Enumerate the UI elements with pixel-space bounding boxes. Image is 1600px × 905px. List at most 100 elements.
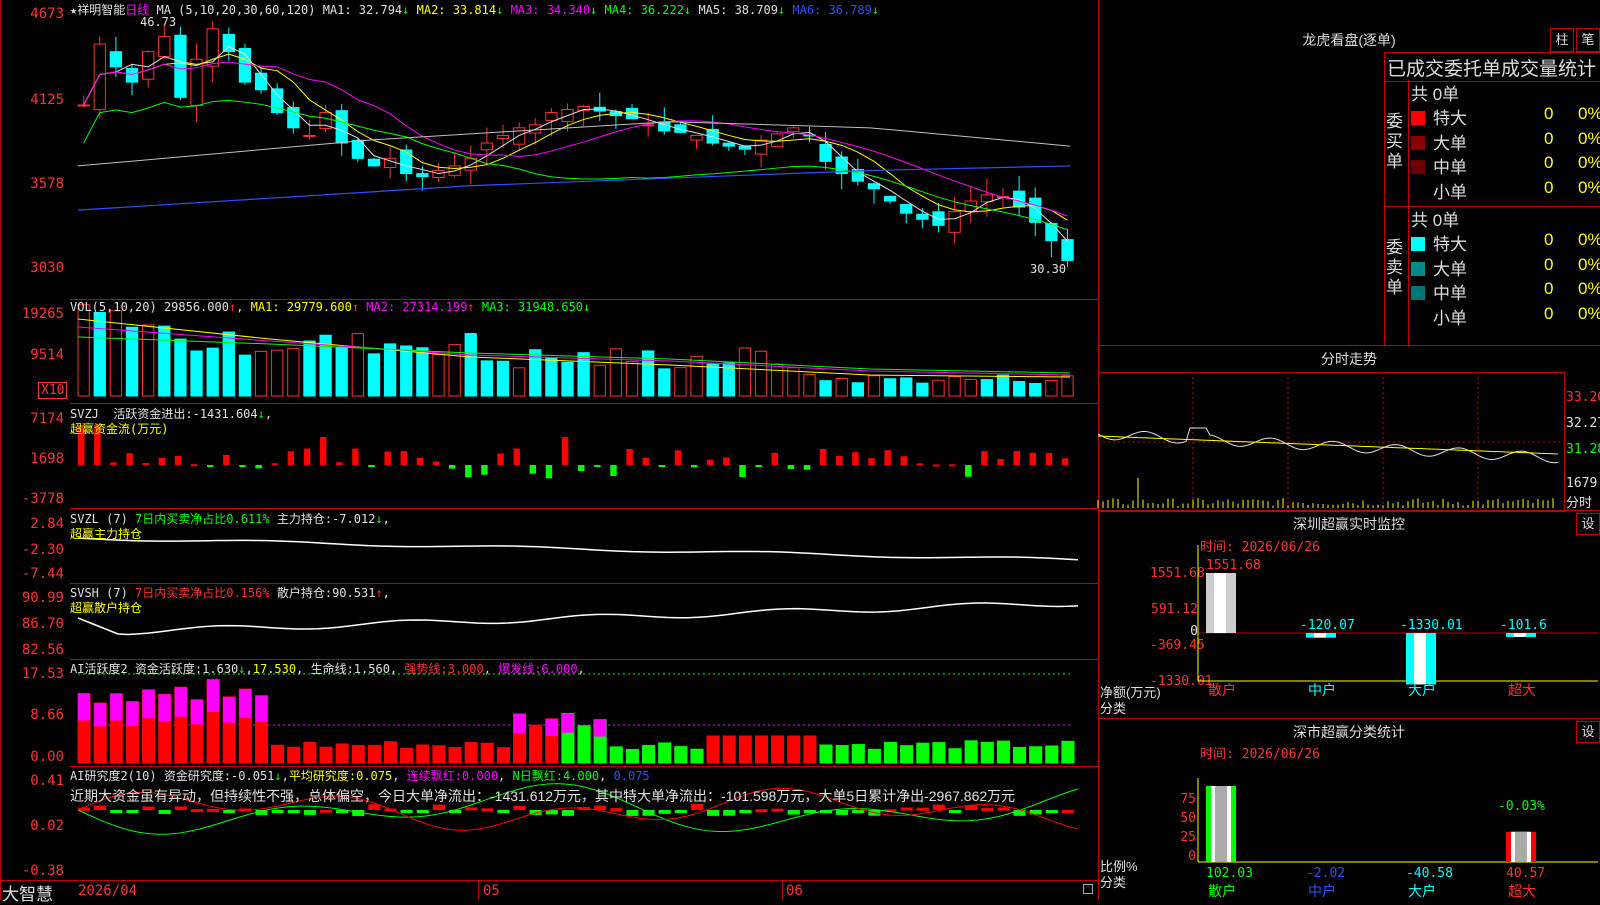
candle xyxy=(416,173,429,178)
intraday-chart[interactable] xyxy=(1097,372,1564,510)
ai2-red-label: 连续飘红: xyxy=(406,769,462,783)
candle xyxy=(980,194,994,203)
order-count: 0 xyxy=(1544,254,1554,274)
svzj-ytick: 7174 xyxy=(30,411,64,427)
order-pct: 0% xyxy=(1578,128,1600,148)
ma-item: MA4: 36.222 xyxy=(597,3,684,17)
classify-cat-title: 分类 xyxy=(1100,875,1127,890)
volume-bar xyxy=(819,380,832,397)
flow-bar xyxy=(545,465,553,479)
flow-bar xyxy=(481,465,488,475)
research-bar xyxy=(158,810,171,814)
classify-settings-button[interactable]: 设 xyxy=(1576,721,1600,743)
monitor-chart[interactable]: 1551.68 散户 -120.07 中户 -1330.01 大户 -101.6 超大 xyxy=(1197,545,1600,698)
research-bar xyxy=(900,807,913,811)
classify-ytick: 25 xyxy=(1180,830,1196,845)
ai1-lifeline-label: 生命线: xyxy=(310,662,354,676)
xaxis-tick xyxy=(478,880,479,900)
bar-mode-button[interactable]: 柱 xyxy=(1550,28,1574,52)
classify-cat-label: 散户 xyxy=(1208,883,1236,899)
volume-bar xyxy=(932,379,945,397)
volume-bar xyxy=(383,343,397,397)
ma-line xyxy=(83,61,1068,217)
activity-top xyxy=(142,689,155,719)
activity-top xyxy=(207,679,220,712)
order-type: 特大 xyxy=(1433,235,1467,254)
intraday-avg xyxy=(1097,435,1559,455)
color-swatch xyxy=(1411,184,1425,199)
activity-bar xyxy=(448,746,462,764)
volume-bar xyxy=(625,360,639,397)
classify-value-label: -2.02 xyxy=(1306,866,1345,881)
ai-activity-header: AI活跃度2 资金活跃度:1.630↓,17.530, 生命线:1.560, 强… xyxy=(70,662,585,676)
order-count: 0 xyxy=(1544,303,1554,323)
order-count: 0 xyxy=(1544,177,1554,197)
order-row: 中单 xyxy=(1411,279,1467,304)
ma-values: MA1: 32.794↓ MA2: 33.814↓ MA3: 34.340↓ M… xyxy=(323,3,879,17)
classify-ytick: 50 xyxy=(1180,811,1196,826)
monitor-settings-button[interactable]: 设 xyxy=(1576,513,1600,535)
candle xyxy=(738,145,752,150)
volume-bar xyxy=(1045,380,1058,397)
flow-bar xyxy=(465,465,472,478)
research-bar xyxy=(836,810,849,815)
flow-bar xyxy=(174,455,182,465)
flow-bar xyxy=(142,462,149,465)
flow-bar xyxy=(723,457,730,465)
volume-bar xyxy=(738,347,752,397)
flow-bar xyxy=(368,465,375,468)
sell-side-label: 委卖单 xyxy=(1386,238,1403,297)
kline-chart[interactable] xyxy=(70,0,1098,299)
order-type: 小单 xyxy=(1433,308,1467,328)
order-pct: 0% xyxy=(1578,303,1600,323)
volume-bar xyxy=(674,367,687,397)
research-bar xyxy=(594,805,607,810)
candle xyxy=(787,127,800,133)
flow-bar xyxy=(1029,452,1037,465)
monitor-ytick: 0 xyxy=(1190,624,1198,639)
activity-bar xyxy=(771,735,785,764)
order-pct: 0% xyxy=(1578,104,1600,123)
ai2-ytick: 0.41 xyxy=(30,773,64,789)
flow-bar xyxy=(1045,452,1053,465)
volume-header: VOL(5,10,20) 29856.000↑, MA1: 29779.600↑… xyxy=(70,300,591,314)
volume-bar xyxy=(238,354,252,397)
activity-bar xyxy=(400,748,414,764)
svzl-subtitle: 超赢主力持仓 xyxy=(70,527,143,541)
flow-bar xyxy=(981,451,988,465)
volume-chart[interactable] xyxy=(70,299,1098,403)
flow-bar xyxy=(190,464,198,467)
tick-mode-button[interactable]: 笔 xyxy=(1576,28,1600,52)
classify-value-label: 102.03 xyxy=(1206,866,1253,881)
flow-bar xyxy=(932,464,940,467)
flow-bar xyxy=(352,448,359,465)
flow-bar xyxy=(497,453,504,465)
candle xyxy=(932,211,945,226)
ma-item: MA6: 36.789 xyxy=(785,3,872,17)
research-bar xyxy=(755,809,768,813)
flow-bar xyxy=(916,463,924,466)
monitor-cat-label: 散户 xyxy=(1208,682,1236,698)
lock-icon[interactable] xyxy=(1083,884,1093,894)
research-bar xyxy=(207,808,220,812)
activity-bar xyxy=(609,746,623,764)
flow-bar xyxy=(448,465,456,469)
research-bar xyxy=(723,810,736,816)
intraday-ytick: 分时 xyxy=(1566,495,1593,510)
flow-bar xyxy=(287,451,295,465)
order-row: 小单 xyxy=(1411,304,1467,329)
flow-bar xyxy=(271,463,278,466)
flow-bar xyxy=(1061,458,1069,465)
classify-chart[interactable]: 102.03 散户 -2.02 中户 -40.58 大户 40.57 超大 -0.03% xyxy=(1197,778,1600,899)
candle xyxy=(174,34,187,98)
monitor-cat-label: 中户 xyxy=(1308,682,1336,698)
ma-item: MA5: 38.709 xyxy=(691,3,778,17)
main-holding-line xyxy=(77,537,1079,561)
period-label[interactable]: 日线 xyxy=(125,3,149,17)
ai2-title: AI研究度2(10) xyxy=(70,769,157,783)
volume-bar xyxy=(125,326,139,397)
volume-bar xyxy=(271,349,284,397)
activity-bar xyxy=(383,741,398,764)
flow-bar xyxy=(739,465,746,477)
research-bar xyxy=(142,806,155,810)
